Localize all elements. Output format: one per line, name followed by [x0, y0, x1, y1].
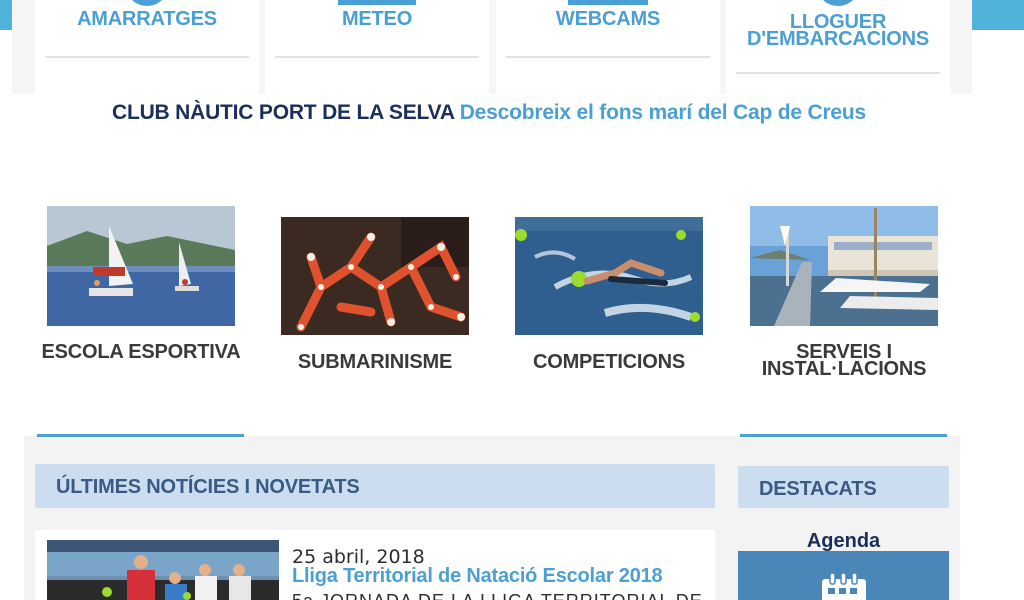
boat-icon — [818, 0, 858, 6]
feature-title: SERVEIS I INSTAL·LACIONS — [761, 341, 927, 380]
nav-card-meteo[interactable]: METEO — [265, 0, 489, 94]
feature-title: COMPETICIONS — [532, 351, 686, 373]
nav-label: WEBCAMS — [555, 8, 661, 30]
marina-pontoon-photo — [750, 206, 938, 326]
news-thumbnail[interactable] — [47, 540, 279, 600]
nav-label: LLOGUER D'EMBARCACIONS — [747, 11, 929, 50]
calendar-icon — [822, 573, 866, 600]
news-snippet: 5a JORNADA DE LA LLIGA TERRITORIAL DE — [292, 591, 703, 600]
headline: CLUB NÀUTIC PORT DE LA SELVA Descobreix … — [0, 101, 978, 125]
destacats-heading: DESTACATS — [759, 478, 877, 500]
tagline[interactable]: Descobreix el fons marí del Cap de Creus — [460, 101, 867, 124]
weather-icon — [338, 0, 416, 5]
accent-divider — [740, 434, 947, 437]
feature-title: ESCOLA ESPORTIVA — [41, 341, 241, 363]
news-heading: ÚLTIMES NOTÍCIES I NOVETATS — [56, 476, 360, 498]
feature-title: SUBMARINISME — [297, 351, 453, 373]
agenda-label: Agenda — [806, 530, 881, 552]
destacats-header: DESTACATS — [738, 466, 949, 508]
nav-card-webcams[interactable]: WEBCAMS — [496, 0, 720, 94]
club-name: CLUB NÀUTIC PORT DE LA SELVA — [111, 101, 455, 124]
news-item[interactable]: 25 abril, 2018 Lliga Territorial de Nata… — [35, 530, 715, 600]
open-water-swimmer-photo — [515, 217, 703, 335]
anchor-icon — [127, 0, 167, 6]
top-nav: AMARRATGES METEO WEBCAMS LLOGUER D'EMBAR… — [12, 0, 972, 94]
nav-label: METEO — [341, 8, 413, 30]
news-section-header: ÚLTIMES NOTÍCIES I NOVETATS — [35, 464, 715, 508]
red-coral-photo — [281, 217, 469, 335]
webcam-icon — [568, 0, 648, 5]
agenda-button[interactable] — [738, 551, 949, 600]
sailing-dinghies-photo — [47, 206, 235, 326]
accent-divider — [37, 434, 244, 437]
nav-label: AMARRATGES — [77, 8, 217, 30]
news-title-link[interactable]: Lliga Territorial de Natació Escolar 201… — [292, 565, 663, 588]
nav-card-lloguer[interactable]: LLOGUER D'EMBARCACIONS — [726, 0, 950, 94]
nav-card-amarratges[interactable]: AMARRATGES — [35, 0, 259, 94]
